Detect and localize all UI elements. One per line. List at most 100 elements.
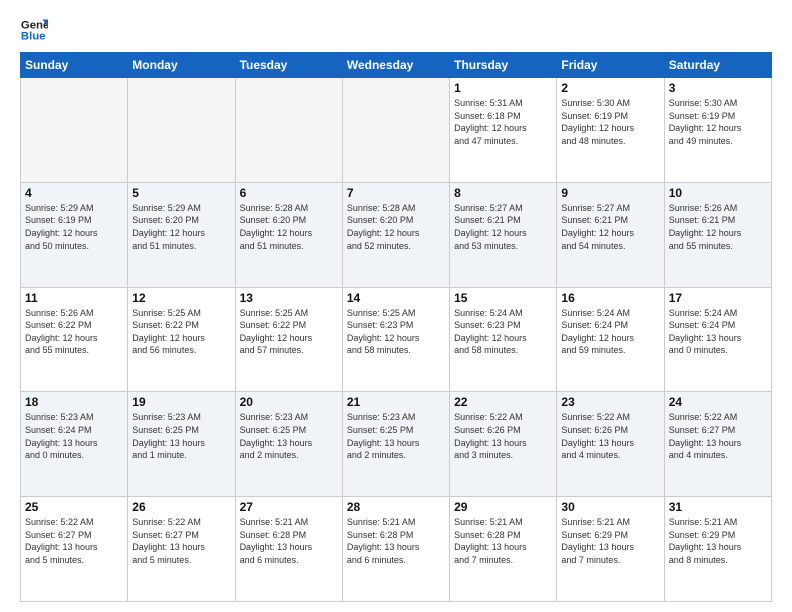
- day-number: 31: [669, 500, 767, 514]
- calendar-cell: [235, 78, 342, 183]
- day-info: Sunrise: 5:21 AM Sunset: 6:28 PM Dayligh…: [454, 516, 552, 566]
- day-number: 10: [669, 186, 767, 200]
- day-number: 3: [669, 81, 767, 95]
- calendar-cell: 10 Sunrise: 5:26 AM Sunset: 6:21 PM Dayli…: [664, 182, 771, 287]
- calendar-cell: 11 Sunrise: 5:26 AM Sunset: 6:22 PM Dayli…: [21, 287, 128, 392]
- calendar-cell: 8Sunrise: 5:27 AM Sunset: 6:21 PM Daylig…: [450, 182, 557, 287]
- weekday-header-thursday: Thursday: [450, 53, 557, 78]
- calendar-cell: 14 Sunrise: 5:25 AM Sunset: 6:23 PM Dayli…: [342, 287, 449, 392]
- calendar-cell: 17 Sunrise: 5:24 AM Sunset: 6:24 PM Dayli…: [664, 287, 771, 392]
- calendar-cell: 29 Sunrise: 5:21 AM Sunset: 6:28 PM Dayli…: [450, 497, 557, 602]
- calendar-cell: 28 Sunrise: 5:21 AM Sunset: 6:28 PM Dayli…: [342, 497, 449, 602]
- day-number: 16: [561, 291, 659, 305]
- calendar-header-row: SundayMondayTuesdayWednesdayThursdayFrid…: [21, 53, 772, 78]
- day-info: Sunrise: 5:29 AM Sunset: 6:19 PM Dayligh…: [25, 202, 123, 252]
- day-info: Sunrise: 5:31 AM Sunset: 6:18 PM Dayligh…: [454, 97, 552, 147]
- calendar-week-row: 11 Sunrise: 5:26 AM Sunset: 6:22 PM Dayli…: [21, 287, 772, 392]
- day-info: Sunrise: 5:30 AM Sunset: 6:19 PM Dayligh…: [669, 97, 767, 147]
- calendar-cell: 3 Sunrise: 5:30 AM Sunset: 6:19 PM Daylig…: [664, 78, 771, 183]
- day-number: 22: [454, 395, 552, 409]
- day-number: 2: [561, 81, 659, 95]
- day-info: Sunrise: 5:26 AM Sunset: 6:22 PM Dayligh…: [25, 307, 123, 357]
- calendar-week-row: 1 Sunrise: 5:31 AM Sunset: 6:18 PM Daylig…: [21, 78, 772, 183]
- calendar-cell: 16Sunrise: 5:24 AM Sunset: 6:24 PM Dayli…: [557, 287, 664, 392]
- calendar-cell: [342, 78, 449, 183]
- day-info: Sunrise: 5:25 AM Sunset: 6:22 PM Dayligh…: [240, 307, 338, 357]
- day-number: 21: [347, 395, 445, 409]
- day-info: Sunrise: 5:29 AM Sunset: 6:20 PM Dayligh…: [132, 202, 230, 252]
- day-number: 5: [132, 186, 230, 200]
- day-info: Sunrise: 5:28 AM Sunset: 6:20 PM Dayligh…: [240, 202, 338, 252]
- day-number: 6: [240, 186, 338, 200]
- day-info: Sunrise: 5:22 AM Sunset: 6:27 PM Dayligh…: [669, 411, 767, 461]
- header: GeneralBlue: [20, 16, 772, 44]
- calendar-cell: 30 Sunrise: 5:21 AM Sunset: 6:29 PM Dayli…: [557, 497, 664, 602]
- day-info: Sunrise: 5:21 AM Sunset: 6:28 PM Dayligh…: [240, 516, 338, 566]
- day-number: 28: [347, 500, 445, 514]
- calendar-cell: 1 Sunrise: 5:31 AM Sunset: 6:18 PM Daylig…: [450, 78, 557, 183]
- calendar-cell: 20 Sunrise: 5:23 AM Sunset: 6:25 PM Dayli…: [235, 392, 342, 497]
- calendar-cell: 19 Sunrise: 5:23 AM Sunset: 6:25 PM Dayli…: [128, 392, 235, 497]
- svg-text:Blue: Blue: [21, 31, 46, 43]
- calendar-cell: 12Sunrise: 5:25 AM Sunset: 6:22 PM Dayli…: [128, 287, 235, 392]
- day-info: Sunrise: 5:23 AM Sunset: 6:25 PM Dayligh…: [132, 411, 230, 461]
- day-number: 11: [25, 291, 123, 305]
- calendar-week-row: 18 Sunrise: 5:23 AM Sunset: 6:24 PM Dayli…: [21, 392, 772, 497]
- calendar-cell: 24Sunrise: 5:22 AM Sunset: 6:27 PM Dayli…: [664, 392, 771, 497]
- calendar-cell: 25Sunrise: 5:22 AM Sunset: 6:27 PM Dayli…: [21, 497, 128, 602]
- day-number: 30: [561, 500, 659, 514]
- weekday-header-wednesday: Wednesday: [342, 53, 449, 78]
- day-number: 12: [132, 291, 230, 305]
- weekday-header-monday: Monday: [128, 53, 235, 78]
- day-info: Sunrise: 5:22 AM Sunset: 6:26 PM Dayligh…: [454, 411, 552, 461]
- calendar-week-row: 4 Sunrise: 5:29 AM Sunset: 6:19 PM Daylig…: [21, 182, 772, 287]
- calendar-cell: 7 Sunrise: 5:28 AM Sunset: 6:20 PM Daylig…: [342, 182, 449, 287]
- day-number: 20: [240, 395, 338, 409]
- day-info: Sunrise: 5:24 AM Sunset: 6:24 PM Dayligh…: [669, 307, 767, 357]
- day-number: 23: [561, 395, 659, 409]
- day-info: Sunrise: 5:28 AM Sunset: 6:20 PM Dayligh…: [347, 202, 445, 252]
- day-info: Sunrise: 5:23 AM Sunset: 6:24 PM Dayligh…: [25, 411, 123, 461]
- day-info: Sunrise: 5:21 AM Sunset: 6:29 PM Dayligh…: [669, 516, 767, 566]
- day-info: Sunrise: 5:30 AM Sunset: 6:19 PM Dayligh…: [561, 97, 659, 147]
- day-number: 9: [561, 186, 659, 200]
- day-info: Sunrise: 5:21 AM Sunset: 6:29 PM Dayligh…: [561, 516, 659, 566]
- day-info: Sunrise: 5:23 AM Sunset: 6:25 PM Dayligh…: [240, 411, 338, 461]
- weekday-header-friday: Friday: [557, 53, 664, 78]
- day-info: Sunrise: 5:22 AM Sunset: 6:26 PM Dayligh…: [561, 411, 659, 461]
- calendar-cell: 6 Sunrise: 5:28 AM Sunset: 6:20 PM Daylig…: [235, 182, 342, 287]
- day-number: 1: [454, 81, 552, 95]
- calendar-cell: 13 Sunrise: 5:25 AM Sunset: 6:22 PM Dayli…: [235, 287, 342, 392]
- day-number: 17: [669, 291, 767, 305]
- day-number: 18: [25, 395, 123, 409]
- day-number: 27: [240, 500, 338, 514]
- day-number: 26: [132, 500, 230, 514]
- day-info: Sunrise: 5:27 AM Sunset: 6:21 PM Dayligh…: [454, 202, 552, 252]
- day-number: 14: [347, 291, 445, 305]
- calendar-cell: 4 Sunrise: 5:29 AM Sunset: 6:19 PM Daylig…: [21, 182, 128, 287]
- day-info: Sunrise: 5:21 AM Sunset: 6:28 PM Dayligh…: [347, 516, 445, 566]
- day-number: 29: [454, 500, 552, 514]
- day-number: 19: [132, 395, 230, 409]
- calendar-week-row: 25Sunrise: 5:22 AM Sunset: 6:27 PM Dayli…: [21, 497, 772, 602]
- calendar-cell: 2 Sunrise: 5:30 AM Sunset: 6:19 PM Daylig…: [557, 78, 664, 183]
- calendar-cell: 26 Sunrise: 5:22 AM Sunset: 6:27 PM Dayli…: [128, 497, 235, 602]
- day-number: 15: [454, 291, 552, 305]
- calendar-cell: 27 Sunrise: 5:21 AM Sunset: 6:28 PM Dayli…: [235, 497, 342, 602]
- calendar-cell: 15 Sunrise: 5:24 AM Sunset: 6:23 PM Dayli…: [450, 287, 557, 392]
- calendar-table: SundayMondayTuesdayWednesdayThursdayFrid…: [20, 52, 772, 602]
- calendar-cell: [128, 78, 235, 183]
- calendar-cell: 21 Sunrise: 5:23 AM Sunset: 6:25 PM Dayli…: [342, 392, 449, 497]
- calendar-cell: 18 Sunrise: 5:23 AM Sunset: 6:24 PM Dayli…: [21, 392, 128, 497]
- weekday-header-tuesday: Tuesday: [235, 53, 342, 78]
- day-info: Sunrise: 5:26 AM Sunset: 6:21 PM Dayligh…: [669, 202, 767, 252]
- day-number: 4: [25, 186, 123, 200]
- day-number: 13: [240, 291, 338, 305]
- day-info: Sunrise: 5:23 AM Sunset: 6:25 PM Dayligh…: [347, 411, 445, 461]
- calendar-cell: 5 Sunrise: 5:29 AM Sunset: 6:20 PM Daylig…: [128, 182, 235, 287]
- day-info: Sunrise: 5:22 AM Sunset: 6:27 PM Dayligh…: [132, 516, 230, 566]
- day-info: Sunrise: 5:25 AM Sunset: 6:23 PM Dayligh…: [347, 307, 445, 357]
- calendar-cell: 23 Sunrise: 5:22 AM Sunset: 6:26 PM Dayli…: [557, 392, 664, 497]
- day-info: Sunrise: 5:24 AM Sunset: 6:23 PM Dayligh…: [454, 307, 552, 357]
- day-number: 7: [347, 186, 445, 200]
